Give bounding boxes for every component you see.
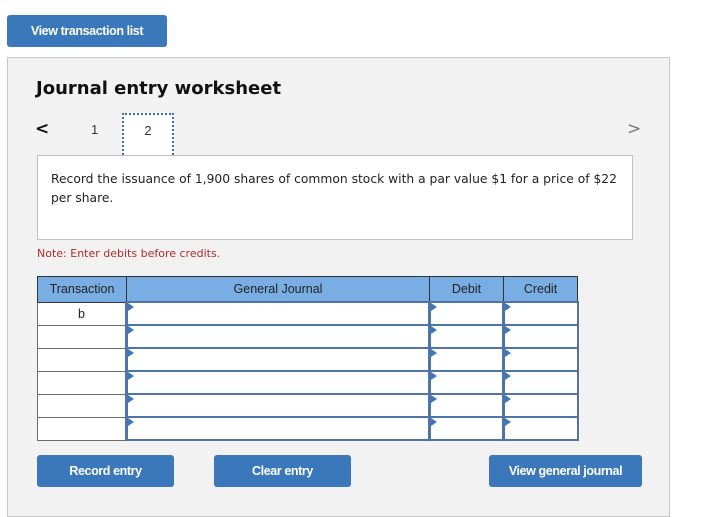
credit-input[interactable] <box>502 393 579 418</box>
debit-input[interactable] <box>428 301 505 326</box>
debits-credits-note: Note: Enter debits before credits. <box>37 247 221 260</box>
table-row <box>37 324 579 349</box>
transaction-cell <box>37 416 127 441</box>
header-credit: Credit <box>503 276 578 303</box>
worksheet-title: Journal entry worksheet <box>36 78 282 99</box>
account-input[interactable] <box>125 416 431 441</box>
tab-entry-2[interactable]: 2 <box>122 113 174 159</box>
record-entry-button[interactable]: Record entry <box>37 455 174 487</box>
table-row <box>37 370 579 395</box>
view-transaction-list-button[interactable]: View transaction list <box>7 15 167 47</box>
table-row <box>37 347 579 372</box>
transaction-cell: b <box>37 301 127 326</box>
table-row: b <box>37 301 579 326</box>
credit-input[interactable] <box>502 301 579 326</box>
transaction-cell <box>37 393 127 418</box>
table-row <box>37 416 579 441</box>
table-header-row: Transaction General Journal Debit Credit <box>37 276 578 303</box>
journal-entry-table: Transaction General Journal Debit Credit… <box>37 276 579 441</box>
account-input[interactable] <box>125 370 431 395</box>
credit-input[interactable] <box>502 324 579 349</box>
header-debit: Debit <box>429 276 504 303</box>
account-input[interactable] <box>125 324 431 349</box>
journal-entry-worksheet-panel: Journal entry worksheet < 1 2 > Record t… <box>7 57 670 517</box>
header-transaction: Transaction <box>37 276 127 303</box>
chevron-right-icon[interactable]: > <box>627 119 641 139</box>
debit-input[interactable] <box>428 416 505 441</box>
credit-input[interactable] <box>502 370 579 395</box>
header-general-journal: General Journal <box>126 276 430 303</box>
credit-input[interactable] <box>502 347 579 372</box>
account-input[interactable] <box>125 347 431 372</box>
transaction-prompt: Record the issuance of 1,900 shares of c… <box>37 155 633 240</box>
account-input[interactable] <box>125 393 431 418</box>
debit-input[interactable] <box>428 393 505 418</box>
account-input[interactable] <box>125 301 431 326</box>
debit-input[interactable] <box>428 324 505 349</box>
view-general-journal-button[interactable]: View general journal <box>489 455 642 487</box>
transaction-cell <box>37 370 127 395</box>
transaction-cell <box>37 347 127 372</box>
transaction-cell <box>37 324 127 349</box>
tab-entry-1[interactable]: 1 <box>91 122 98 137</box>
clear-entry-button[interactable]: Clear entry <box>214 455 351 487</box>
debit-input[interactable] <box>428 370 505 395</box>
table-row <box>37 393 579 418</box>
chevron-left-icon[interactable]: < <box>35 119 49 139</box>
credit-input[interactable] <box>502 416 579 441</box>
debit-input[interactable] <box>428 347 505 372</box>
